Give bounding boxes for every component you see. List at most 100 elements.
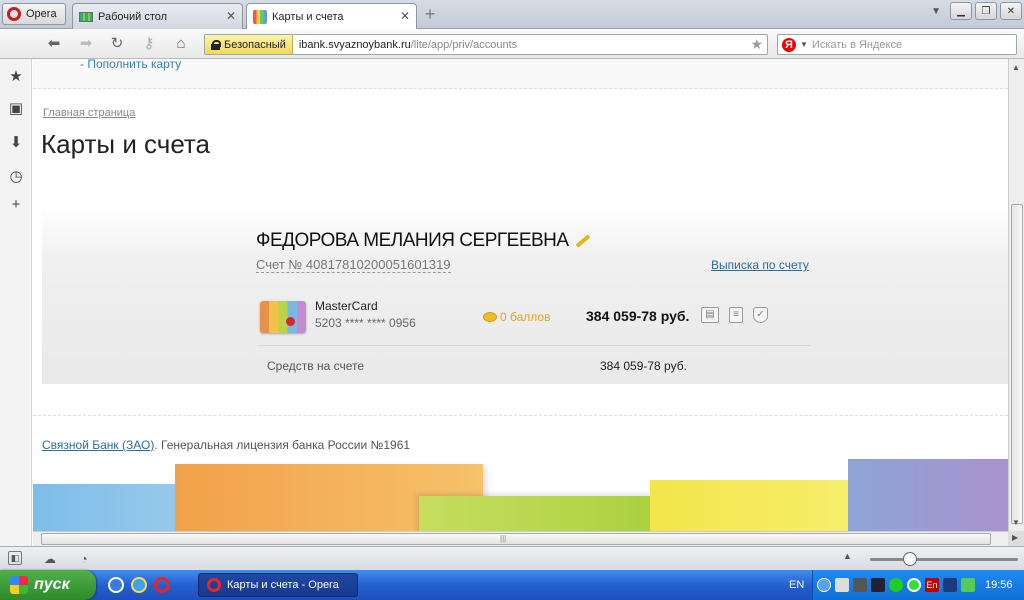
statement-link[interactable]: Выписка по счету (711, 258, 809, 272)
close-window-button[interactable]: ✕ (1000, 2, 1022, 20)
opera-unite-cloud-icon[interactable]: ☁ (42, 551, 58, 567)
account-panel: ФЕДОРОВА МЕЛАНИЯ СЕРГЕЕВНА Счет № 408178… (42, 206, 1008, 384)
url-text[interactable]: ibank.svyaznoybank.ru/lite/app/priv/acco… (293, 39, 517, 51)
opera-menu-label: Opera (26, 8, 57, 20)
back-arrow-icon[interactable]: ⬅ (44, 35, 64, 53)
side-panel: ★ ▣ ⬇ ◷ + (0, 59, 32, 546)
vertical-scroll-thumb[interactable] (1011, 204, 1023, 524)
notes-icon[interactable]: ▣ (8, 101, 24, 117)
coins-icon (483, 312, 497, 322)
horizontal-scroll-thumb[interactable] (41, 533, 991, 545)
owner-name: ФЕДОРОВА МЕЛАНИЯ СЕРГЕЕВНА (256, 230, 569, 251)
close-tab-icon[interactable]: ✕ (400, 9, 410, 23)
zoom-slider-knob[interactable] (903, 552, 917, 566)
decorative-block-yellow (650, 480, 855, 531)
page-title: Карты и счета (41, 129, 210, 159)
yandex-icon: Я (782, 37, 796, 52)
address-bar[interactable]: Безопасный ibank.svyaznoybank.ru/lite/ap… (204, 34, 768, 55)
breadcrumb[interactable]: Главная страница (43, 107, 135, 119)
lock-icon (211, 39, 221, 50)
minimize-button[interactable]: ▁ (950, 2, 972, 20)
scroll-corner: ▶ (1008, 531, 1024, 546)
scroll-right-arrow-icon[interactable]: ▶ (1012, 533, 1018, 542)
top-strip: - Пополнить карту (33, 59, 1008, 89)
restore-button[interactable]: ❐ (975, 2, 997, 20)
history-clock-icon[interactable]: ◷ (8, 169, 24, 185)
add-panel-icon[interactable]: + (8, 197, 24, 213)
account-number[interactable]: Счет № 40817810200051601319 (256, 257, 451, 273)
search-engine-chevron-icon[interactable]: ▼ (800, 40, 808, 49)
footer-license: Связной Банк (ЗАО). Генеральная лицензия… (42, 438, 410, 452)
clock: 19:56 (985, 579, 1013, 591)
scroll-up-arrow-icon[interactable]: ▲ (1012, 63, 1020, 72)
card-balance: 384 059-78 руб. (586, 308, 690, 324)
zoom-slider[interactable] (870, 558, 1018, 561)
internet-explorer-icon[interactable] (131, 577, 147, 593)
top-up-card-link[interactable]: - Пополнить карту (80, 59, 181, 71)
monitor-icon[interactable] (853, 578, 867, 592)
view-up-arrow-icon[interactable]: ▲ (843, 551, 852, 561)
opera-quicklaunch-icon[interactable] (154, 577, 170, 593)
tab-menu-chevron-icon[interactable]: ▼ (931, 6, 941, 17)
media-player-icon[interactable] (108, 577, 124, 593)
forward-arrow-icon[interactable]: ➡ (76, 35, 96, 53)
reload-icon[interactable]: ↻ (107, 35, 127, 53)
close-tab-icon[interactable]: ✕ (226, 9, 236, 23)
tab-accounts[interactable]: Карты и счета ✕ (246, 3, 417, 29)
start-label: пуск (34, 576, 70, 593)
shield-icon[interactable]: ✓ (753, 307, 768, 323)
device-icon[interactable] (871, 578, 885, 592)
opera-menu-button[interactable]: Opera (2, 3, 66, 25)
bonus-points[interactable]: 0 баллов (483, 310, 550, 324)
windows-logo-icon (10, 576, 28, 594)
security-label: Безопасный (224, 38, 286, 51)
tab-desktop[interactable]: Рабочий стол ✕ (72, 3, 243, 29)
scroll-down-arrow-icon[interactable]: ▼ (1012, 518, 1020, 527)
volume-icon[interactable] (835, 578, 849, 592)
bookmark-star-icon[interactable]: ★ (750, 36, 763, 53)
edit-pencil-icon[interactable] (575, 234, 591, 248)
card-name: MasterCard (315, 299, 378, 313)
points-value: 0 баллов (500, 310, 551, 324)
security-badge[interactable]: Безопасный (205, 35, 293, 54)
url-path: /lite/app/priv/accounts (410, 38, 518, 51)
tab-label: Карты и счета (272, 10, 344, 23)
start-button[interactable]: пуск (0, 570, 96, 600)
opera-logo-icon (7, 7, 21, 21)
scroll-grip-icon: ||| (500, 534, 507, 543)
account-owner: ФЕДОРОВА МЕЛАНИЯ СЕРГЕЕВНА (256, 230, 591, 252)
tab-strip: Opera Рабочий стол ✕ Карты и счета ✕ + ▼… (0, 0, 1024, 29)
bank-link[interactable]: Связной Банк (ЗАО) (42, 438, 154, 452)
speed-dial-favicon-icon (79, 11, 93, 22)
vertical-scrollbar[interactable]: ▲ ▼ (1008, 59, 1024, 531)
funds-label: Средств на счете (267, 359, 365, 373)
status-bar: ◧ ☁ ◔ ▲ (0, 546, 1024, 570)
tray-app-icon[interactable] (943, 578, 957, 592)
window-controls: ▼ ▁ ❐ ✕ (931, 2, 1022, 20)
document-icon[interactable]: ≡ (729, 307, 743, 323)
tray-ap-icon[interactable] (961, 578, 975, 592)
wand-key-icon[interactable]: ⚷ (139, 35, 159, 53)
language-indicator[interactable]: EN (789, 579, 804, 591)
horizontal-scrollbar[interactable]: ||| (33, 531, 1008, 546)
sync-icon[interactable] (907, 578, 921, 592)
toggle-panel-icon[interactable]: ◧ (8, 551, 22, 565)
card-image[interactable] (260, 301, 306, 333)
status-green-icon[interactable] (889, 578, 903, 592)
keyboard-layout-icon[interactable]: En (925, 578, 939, 592)
turbo-gauge-icon[interactable]: ◔ (76, 551, 92, 567)
bank-favicon-icon (253, 9, 267, 24)
taskbar-opera-window[interactable]: Карты и счета - Opera (198, 573, 358, 597)
downloads-icon[interactable]: ⬇ (8, 135, 24, 151)
divider (257, 345, 810, 346)
task-label: Карты и счета - Opera (227, 579, 339, 591)
search-input[interactable]: Я ▼ Искать в Яндексе (777, 34, 1017, 55)
license-text: . Генеральная лицензия банка России №196… (154, 438, 411, 452)
navigation-toolbar: ⬅ ➡ ↻ ⚷ ⌂ Безопасный ibank.svyaznoybank.… (0, 29, 1024, 59)
bookmarks-star-icon[interactable]: ★ (8, 69, 24, 85)
home-icon[interactable]: ⌂ (171, 35, 191, 53)
funds-value: 384 059-78 руб. (600, 359, 687, 373)
new-tab-icon[interactable]: + (421, 5, 439, 24)
payment-card-icon[interactable]: ▤ (701, 307, 719, 323)
tray-back-arrow-icon[interactable] (817, 578, 831, 592)
